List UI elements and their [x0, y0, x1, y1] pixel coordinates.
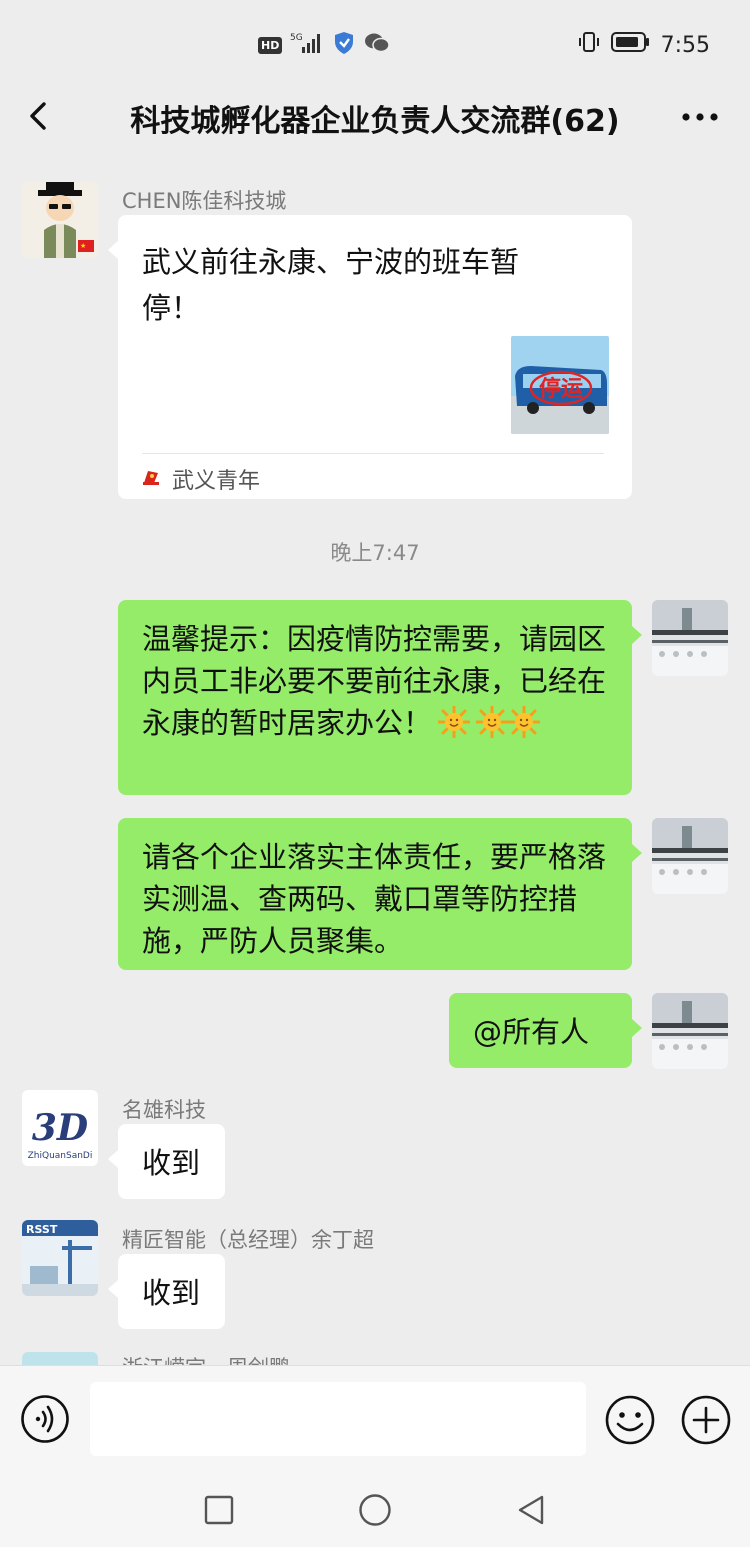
sender-name: 精匠智能（总经理）余丁超 [122, 1228, 374, 1252]
message-text: @所有人 [473, 1015, 590, 1049]
vibrate-icon [577, 30, 601, 60]
shield-icon [332, 31, 356, 59]
voice-icon[interactable] [20, 1394, 70, 1444]
card-title: 武义前往永康、宁波的班车暂停！ [142, 245, 520, 325]
svg-text:★: ★ [80, 242, 86, 250]
chat-title: 科技城孵化器企业负责人交流群(62) [130, 104, 620, 139]
sender-name: CHEN陈佳科技城 [122, 189, 287, 213]
card-source: 武义青年 [172, 469, 261, 494]
svg-text:5G: 5G [290, 33, 303, 43]
self-message-bubble[interactable]: 请各个企业落实主体责任，要严格落实测温、查两码、戴口罩等防控措施，严防人员聚集。 [118, 818, 642, 970]
svg-text:RSST: RSST [26, 1223, 58, 1236]
sender-name: 浙江嵘宇一周剑鹏 [122, 1352, 290, 1365]
card-thumbnail: 停运 [511, 336, 609, 434]
sun-emoji-icon [437, 705, 471, 739]
more-icon[interactable] [680, 102, 720, 132]
signal-icon: 5G [290, 31, 324, 59]
system-back-icon[interactable] [514, 1493, 548, 1527]
status-right: 7:55 [577, 30, 710, 60]
avatar[interactable]: 3D ZhiQuanSanDi [22, 1090, 98, 1166]
message-bubble[interactable]: 收到 [108, 1254, 225, 1329]
avatar[interactable] [22, 1352, 98, 1365]
self-message-bubble[interactable]: 温馨提示：因疫情防控需要，请园区内员工非必要不要前往永康，已经在永康的暂时居家办… [118, 600, 642, 795]
home-icon[interactable] [358, 1493, 392, 1527]
message-input[interactable] [90, 1382, 586, 1456]
svg-text:停运: 停运 [539, 376, 583, 402]
article-card[interactable]: 武义前往永康、宁波的班车暂停！ 停运 武义青年 [108, 215, 632, 499]
status-icons: HD 5G [258, 31, 391, 59]
svg-text:ZhiQuanSanDi: ZhiQuanSanDi [28, 1151, 93, 1161]
flag-icon [142, 467, 162, 487]
time-separator: 晚上7:47 [330, 541, 420, 565]
message-bubble[interactable]: 收到 [108, 1124, 225, 1199]
battery-icon [610, 31, 651, 59]
sun-emoji-icon [475, 705, 509, 739]
hd-icon: HD [258, 36, 283, 54]
plus-icon[interactable] [680, 1394, 732, 1446]
status-bar: HD 5G 7:55 [0, 0, 750, 88]
sender-name: 名雄科技 [122, 1098, 206, 1122]
self-message-bubble[interactable]: @所有人 [449, 993, 642, 1068]
card-divider [142, 453, 604, 454]
system-navigation-bar [0, 1471, 750, 1547]
avatar[interactable]: RSST [22, 1220, 98, 1296]
self-avatar[interactable] [652, 818, 728, 894]
input-bar [0, 1365, 750, 1471]
status-time: 7:55 [660, 32, 710, 58]
emoji-icon[interactable] [604, 1394, 656, 1446]
message-text: 收到 [142, 1276, 201, 1310]
svg-text:3D: 3D [32, 1107, 88, 1149]
message-text: 请各个企业落实主体责任，要严格落实测温、查两码、戴口罩等防控措施，严防人员聚集。 [142, 840, 607, 958]
avatar[interactable]: ★ [22, 182, 98, 258]
self-avatar[interactable] [652, 600, 728, 676]
recent-apps-icon[interactable] [204, 1495, 234, 1525]
chat-header: 科技城孵化器企业负责人交流群(62) [0, 80, 750, 152]
sun-emoji-icon [507, 705, 541, 739]
wechat-icon [364, 32, 391, 58]
self-avatar[interactable] [652, 993, 728, 1069]
message-text: 收到 [142, 1146, 201, 1180]
